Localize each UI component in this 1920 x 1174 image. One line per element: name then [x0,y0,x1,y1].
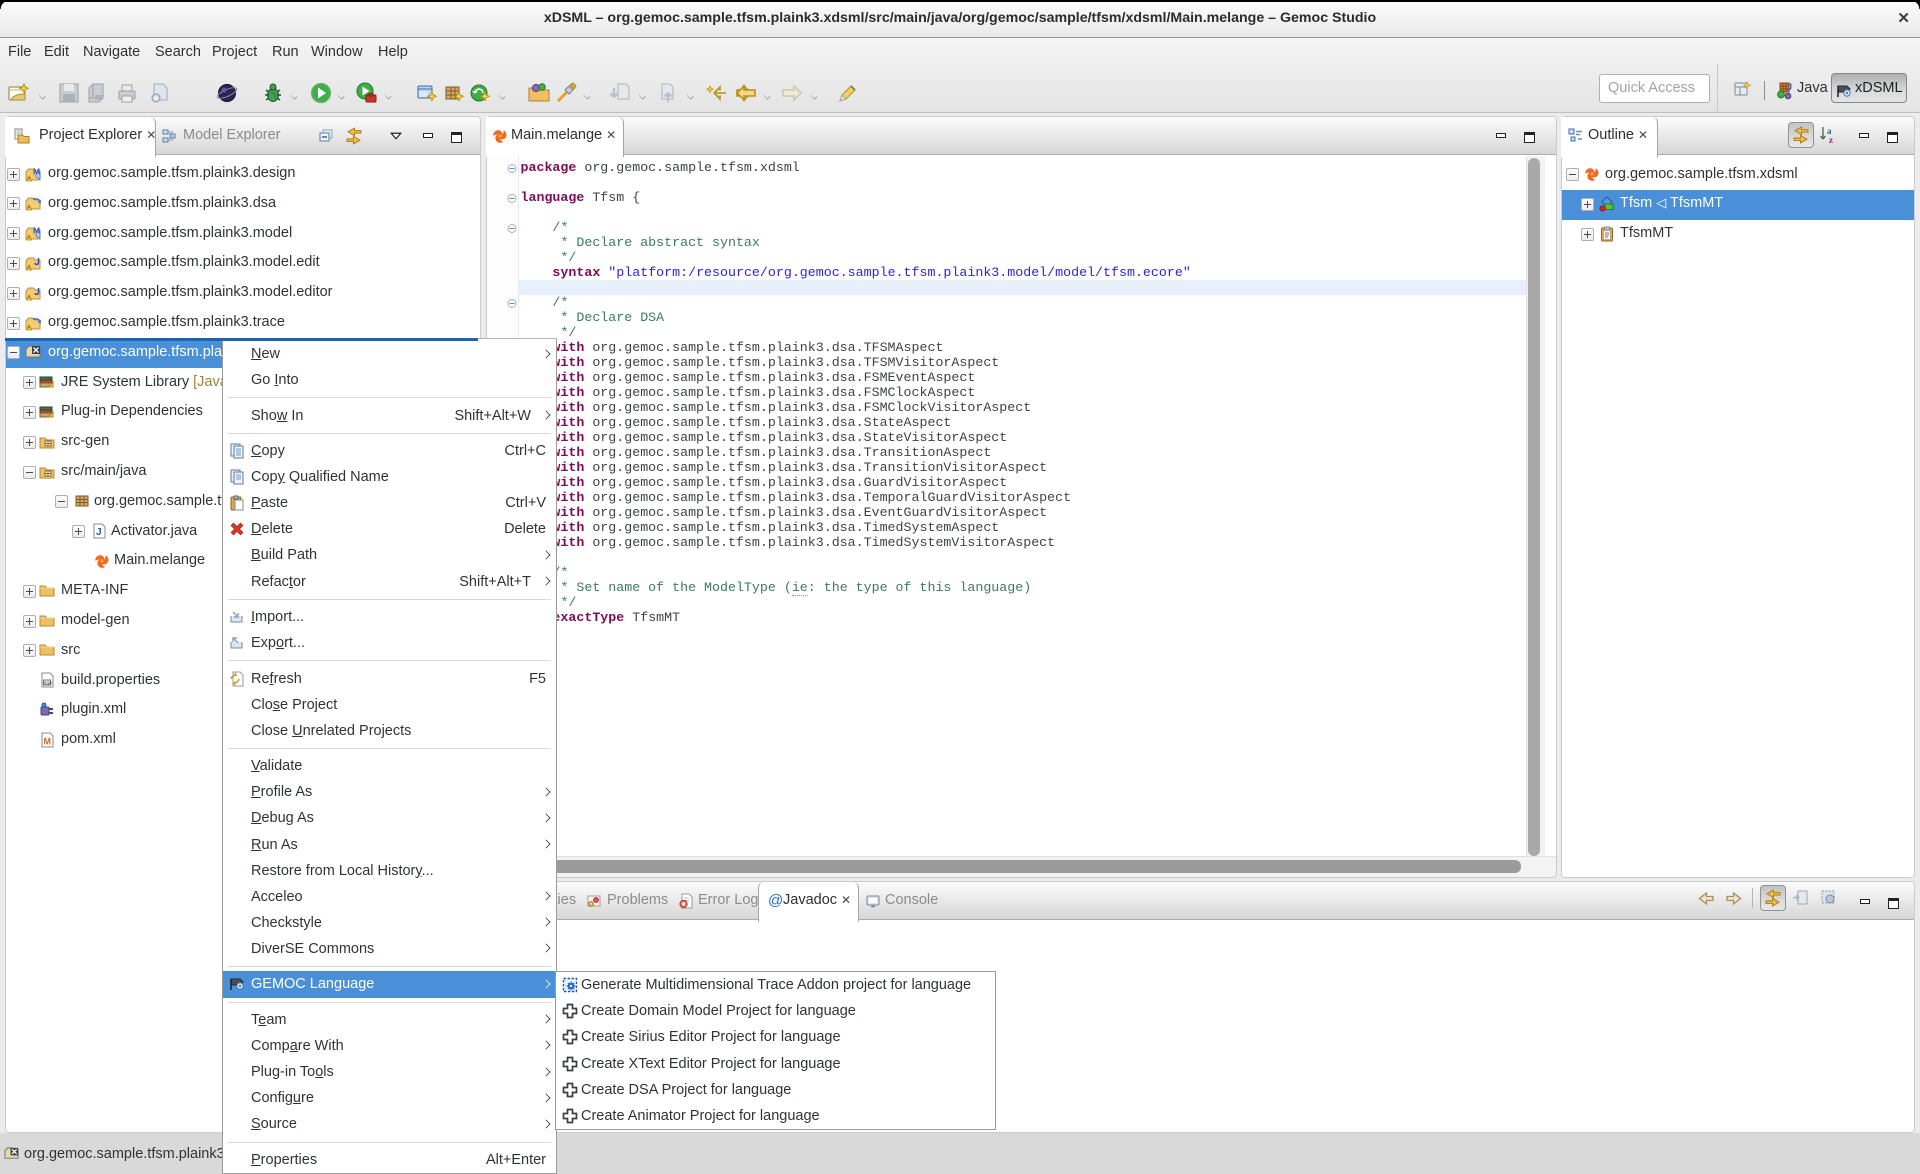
svg-text:J: J [1787,82,1792,92]
svg-text:z: z [1829,135,1833,145]
